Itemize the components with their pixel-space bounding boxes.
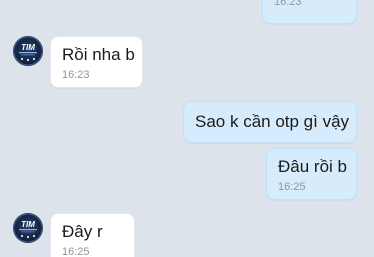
message-timestamp: 16:23	[62, 69, 90, 81]
message-text: Rồi nha b	[62, 45, 135, 64]
message-bubble-outgoing[interactable]: Đâu rồi b 16:25	[266, 148, 357, 200]
message-text: Sao k cần otp gì vậy	[195, 112, 350, 131]
message-timestamp: 16:25	[278, 181, 306, 193]
chat-message-list[interactable]: 16:23 TIM Rồi nha b 16:23 Sao k cần otp …	[0, 0, 374, 257]
svg-text:TIM: TIM	[21, 220, 35, 229]
tim-logo-icon: TIM	[13, 213, 43, 243]
message-bubble-incoming[interactable]: Rồi nha b 16:23	[50, 36, 143, 88]
sender-avatar[interactable]: TIM	[13, 213, 43, 243]
message-bubble-outgoing[interactable]: Sao k cần otp gì vậy	[183, 101, 357, 143]
tim-logo-icon: TIM	[13, 36, 43, 66]
message-timestamp: 16:23	[274, 0, 302, 8]
message-timestamp: 16:25	[62, 246, 90, 257]
message-text: Đây r	[62, 222, 103, 241]
svg-text:TIM: TIM	[21, 43, 35, 52]
message-bubble-incoming[interactable]: Đây r 16:25	[50, 213, 135, 257]
sender-avatar[interactable]: TIM	[13, 36, 43, 66]
message-text: Đâu rồi b	[278, 157, 347, 176]
message-bubble-outgoing[interactable]: 16:23	[262, 0, 357, 24]
